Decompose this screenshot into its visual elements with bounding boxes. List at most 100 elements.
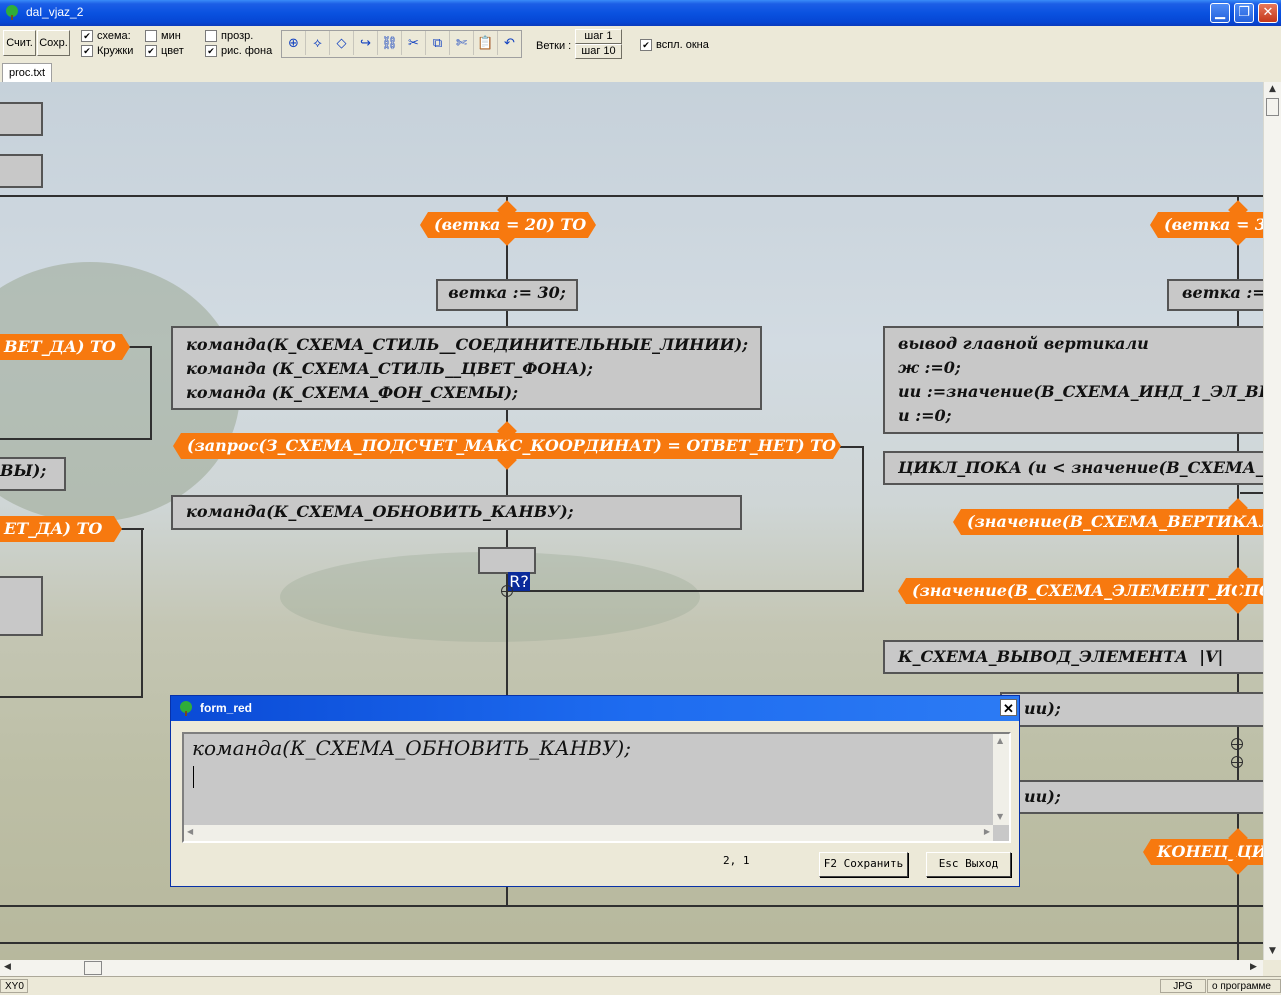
editor-vertical-scrollbar[interactable]: ▲ ▼ [993,734,1009,825]
minimize-button[interactable]: ▁ [1210,3,1230,23]
checkbox-box[interactable] [205,30,217,42]
connector-line [840,446,864,448]
connector-line [862,446,864,592]
coords-readout: XY0 [0,979,28,993]
condition-branch-yes[interactable]: ЕТ_ДА) ТО [0,516,122,542]
connector-line [0,696,143,698]
junction-circle [1231,738,1243,750]
loop-end-node[interactable]: КОНЕЦ_ЦИ [1143,839,1263,865]
loop-while-node[interactable]: ЦИКЛ_ПОКА (и < значение(В_СХЕМА_К [883,451,1263,485]
condition-vertical[interactable]: (значение(В_СХЕМА_ВЕРТИКАЛ [953,509,1263,535]
vertical-scrollbar[interactable]: ▲ ▼ [1263,82,1281,960]
checkbox-box[interactable]: ✔ [640,39,652,51]
transparent-checkbox[interactable]: прозр. [205,30,253,42]
partial-node[interactable]: ВЫ); [0,457,66,491]
tab-proc-txt[interactable]: proc.txt [2,63,53,83]
copy-icon[interactable]: ⧉ [426,31,450,55]
scroll-down-icon[interactable]: ▼ [1269,946,1276,956]
connector-line [128,346,152,348]
close-button[interactable]: ✕ [1258,3,1278,23]
junction-circle [1231,756,1243,768]
tab-strip: proc.txt [0,62,1281,83]
loop-icon[interactable]: ↪ [354,31,378,55]
circles-checkbox[interactable]: ✔ Кружки [81,45,133,57]
save-file-button[interactable]: Сохр. [37,30,70,56]
connector-line [507,590,864,592]
refresh-canvas-command[interactable]: команда(К_СХЕМА_ОБНОВИТЬ_КАНВУ); [171,495,742,530]
r-marker-node[interactable]: R? [478,547,536,591]
aux-windows-checkbox[interactable]: ✔ вспл. окна [640,39,709,51]
horizontal-scroll-thumb[interactable] [84,961,102,975]
partial-node[interactable]: ии); [1000,780,1263,814]
vertical-scroll-thumb[interactable] [1266,98,1279,116]
connector-line [150,346,152,440]
code-editor[interactable]: команда(К_СХЕМА_ОБНОВИТЬ_КАНВУ); ▲ ▼ ◀ ▶ [182,732,1011,843]
diamond-icon[interactable]: ◇ [330,31,354,55]
scroll-up-icon[interactable]: ▲ [997,736,1003,745]
main-vertical-block[interactable]: вывод главной вертикали ж :=0; ии :=знач… [883,326,1263,434]
connector-line [506,529,508,549]
connector-line [0,438,152,440]
horizontal-scrollbar[interactable]: ◀ ▶ [0,960,1263,976]
step1-button[interactable]: шаг 1 [575,29,622,44]
scroll-right-icon[interactable]: ▶ [984,827,990,836]
connector-line [0,195,1263,197]
partial-node[interactable] [0,102,43,136]
undo-icon[interactable]: ↶ [498,31,521,55]
partial-node[interactable] [0,576,43,636]
minimize-icon: ▁ [1215,5,1225,20]
branches-label: Ветки : [536,40,572,52]
assign-branch-30[interactable]: ветка := 30; [436,279,578,311]
condition-element-used[interactable]: (значение(В_СХЕМА_ЭЛЕМЕНТ_ИСПО [898,578,1263,604]
tree-app-icon [180,701,192,716]
dialog-close-button[interactable]: ✕ [1000,699,1017,716]
exit-button[interactable]: Esc Выход [926,852,1011,877]
checkbox-box[interactable]: ✔ [81,45,93,57]
dialog-titlebar[interactable]: form_red ✕ [171,696,1019,721]
output-element-node[interactable]: К_СХЕМА_ВЫВОД_ЭЛЕМЕНТА |V| [883,640,1263,674]
color-checkbox[interactable]: ✔ цвет [145,45,184,57]
background-picture-checkbox[interactable]: ✔ рис. фона [205,45,272,57]
window-title: dal_vjaz_2 [26,5,84,19]
window-titlebar[interactable]: dal_vjaz_2 ▁ ❐ ✕ [0,0,1281,26]
cut-branch-icon[interactable]: ✄ [450,31,474,55]
image-format: JPG [1160,979,1206,993]
checkbox-box[interactable]: ✔ [205,45,217,57]
branch-icon[interactable]: ⟡ [306,31,330,55]
assign-branch-right[interactable]: ветка := [1167,279,1263,311]
junction-circle [501,585,513,597]
condition-branch-yes[interactable]: ВЕТ_ДА) ТО [0,334,130,360]
checkbox-box[interactable] [145,30,157,42]
scroll-right-icon[interactable]: ▶ [1250,962,1257,972]
partial-node[interactable]: ии); [1000,692,1263,727]
about-link[interactable]: о программе [1207,979,1281,993]
min-checkbox[interactable]: мин [145,30,181,42]
editor-horizontal-scrollbar[interactable]: ◀ ▶ [184,825,993,841]
insert-node-icon[interactable]: ⊕ [282,31,306,55]
editor-text: команда(К_СХЕМА_ОБНОВИТЬ_КАНВУ); [192,736,631,760]
read-button[interactable]: Счит. [3,30,36,56]
text-cursor [193,766,194,788]
paste-icon[interactable]: 📋 [474,31,498,55]
connector-line [0,905,1263,907]
form-red-dialog: form_red ✕ команда(К_СХЕМА_ОБНОВИТЬ_КАНВ… [170,695,1020,887]
toolbar: Счит. Сохр. ✔ схема: ✔ Кружки мин ✔ цвет пр… [0,26,1281,62]
scroll-down-icon[interactable]: ▼ [997,812,1003,821]
scheme-checkbox[interactable]: ✔ схема: [81,30,131,42]
edit-tools: ⊕ ⟡ ◇ ↪ ⛓ ✂ ⧉ ✄ 📋 ↶ [281,30,522,58]
cursor-position: 2, 1 [723,854,750,867]
scroll-left-icon[interactable]: ◀ [187,827,193,836]
commands-block[interactable]: команда(К_СХЕМА_СТИЛЬ__СОЕДИНИТЕЛЬНЫЕ_ЛИ… [171,326,762,410]
cut-icon[interactable]: ✂ [402,31,426,55]
save-button[interactable]: F2 Сохранить [819,852,908,877]
scroll-left-icon[interactable]: ◀ [4,962,11,972]
partial-node[interactable] [0,154,43,188]
link-icon[interactable]: ⛓ [378,31,402,55]
checkbox-box[interactable]: ✔ [145,45,157,57]
maximize-button[interactable]: ❐ [1234,3,1254,23]
connector-line [0,942,1263,944]
checkbox-box[interactable]: ✔ [81,30,93,42]
step10-button[interactable]: шаг 10 [575,44,622,59]
scroll-up-icon[interactable]: ▲ [1269,84,1276,94]
connector-line [141,528,143,698]
